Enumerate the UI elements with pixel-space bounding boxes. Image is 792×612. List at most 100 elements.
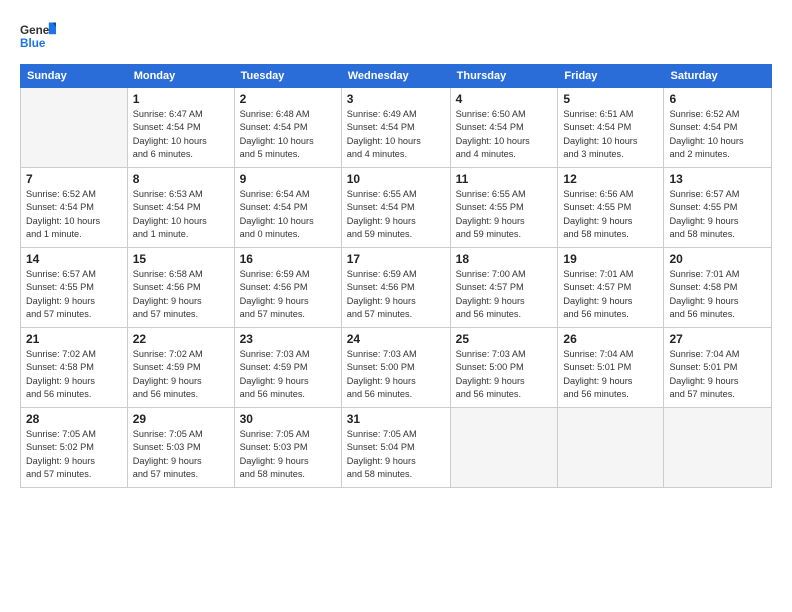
- day-info: Sunrise: 7:03 AM Sunset: 5:00 PM Dayligh…: [347, 348, 445, 401]
- day-cell: 4 Sunrise: 6:50 AM Sunset: 4:54 PM Daylig…: [450, 88, 558, 168]
- day-cell: 26 Sunrise: 7:04 AM Sunset: 5:01 PM Dayli…: [558, 328, 664, 408]
- day-number: 26: [563, 332, 658, 346]
- day-cell: 25 Sunrise: 7:03 AM Sunset: 5:00 PM Dayli…: [450, 328, 558, 408]
- day-number: 28: [26, 412, 122, 426]
- weekday-header-saturday: Saturday: [664, 65, 772, 88]
- page: General Blue SundayMondayTuesdayWednesda…: [0, 0, 792, 612]
- day-info: Sunrise: 7:05 AM Sunset: 5:03 PM Dayligh…: [133, 428, 229, 481]
- day-info: Sunrise: 6:50 AM Sunset: 4:54 PM Dayligh…: [456, 108, 553, 161]
- day-number: 4: [456, 92, 553, 106]
- day-info: Sunrise: 7:03 AM Sunset: 5:00 PM Dayligh…: [456, 348, 553, 401]
- day-info: Sunrise: 7:01 AM Sunset: 4:57 PM Dayligh…: [563, 268, 658, 321]
- day-cell: 1 Sunrise: 6:47 AM Sunset: 4:54 PM Daylig…: [127, 88, 234, 168]
- day-number: 17: [347, 252, 445, 266]
- day-cell: 12 Sunrise: 6:56 AM Sunset: 4:55 PM Dayli…: [558, 168, 664, 248]
- day-cell: 22 Sunrise: 7:02 AM Sunset: 4:59 PM Dayli…: [127, 328, 234, 408]
- day-cell: 9Sunrise: 6:54 AM Sunset: 4:54 PM Daylig…: [234, 168, 341, 248]
- day-info: Sunrise: 6:52 AM Sunset: 4:54 PM Dayligh…: [669, 108, 766, 161]
- day-cell: 31 Sunrise: 7:05 AM Sunset: 5:04 PM Dayli…: [341, 408, 450, 488]
- logo: General Blue: [20, 18, 56, 54]
- weekday-header-monday: Monday: [127, 65, 234, 88]
- day-cell: 8 Sunrise: 6:53 AM Sunset: 4:54 PM Daylig…: [127, 168, 234, 248]
- day-info: Sunrise: 7:05 AM Sunset: 5:02 PM Dayligh…: [26, 428, 122, 481]
- day-cell: 11 Sunrise: 6:55 AM Sunset: 4:55 PM Dayli…: [450, 168, 558, 248]
- day-number: 8: [133, 172, 229, 186]
- day-number: 18: [456, 252, 553, 266]
- day-number: 12: [563, 172, 658, 186]
- day-number: 30: [240, 412, 336, 426]
- day-cell: 6Sunrise: 6:52 AM Sunset: 4:54 PM Daylig…: [664, 88, 772, 168]
- day-number: 15: [133, 252, 229, 266]
- day-number: 24: [347, 332, 445, 346]
- day-info: Sunrise: 6:56 AM Sunset: 4:55 PM Dayligh…: [563, 188, 658, 241]
- day-number: 1: [133, 92, 229, 106]
- day-info: Sunrise: 6:53 AM Sunset: 4:54 PM Dayligh…: [133, 188, 229, 241]
- day-number: 11: [456, 172, 553, 186]
- week-row-2: 7 Sunrise: 6:52 AM Sunset: 4:54 PM Daylig…: [21, 168, 772, 248]
- day-cell: 29 Sunrise: 7:05 AM Sunset: 5:03 PM Dayli…: [127, 408, 234, 488]
- day-number: 7: [26, 172, 122, 186]
- weekday-header-sunday: Sunday: [21, 65, 128, 88]
- day-info: Sunrise: 7:01 AM Sunset: 4:58 PM Dayligh…: [669, 268, 766, 321]
- day-number: 16: [240, 252, 336, 266]
- day-cell: 16 Sunrise: 6:59 AM Sunset: 4:56 PM Dayli…: [234, 248, 341, 328]
- day-number: 20: [669, 252, 766, 266]
- day-number: 22: [133, 332, 229, 346]
- day-info: Sunrise: 7:05 AM Sunset: 5:04 PM Dayligh…: [347, 428, 445, 481]
- day-info: Sunrise: 6:51 AM Sunset: 4:54 PM Dayligh…: [563, 108, 658, 161]
- day-cell: 28 Sunrise: 7:05 AM Sunset: 5:02 PM Dayli…: [21, 408, 128, 488]
- day-info: Sunrise: 6:57 AM Sunset: 4:55 PM Dayligh…: [26, 268, 122, 321]
- day-info: Sunrise: 7:04 AM Sunset: 5:01 PM Dayligh…: [669, 348, 766, 401]
- day-number: 3: [347, 92, 445, 106]
- day-info: Sunrise: 6:47 AM Sunset: 4:54 PM Dayligh…: [133, 108, 229, 161]
- day-info: Sunrise: 6:58 AM Sunset: 4:56 PM Dayligh…: [133, 268, 229, 321]
- day-cell: 19Sunrise: 7:01 AM Sunset: 4:57 PM Dayli…: [558, 248, 664, 328]
- week-row-5: 28 Sunrise: 7:05 AM Sunset: 5:02 PM Dayli…: [21, 408, 772, 488]
- day-cell: 18 Sunrise: 7:00 AM Sunset: 4:57 PM Dayli…: [450, 248, 558, 328]
- week-row-1: 1 Sunrise: 6:47 AM Sunset: 4:54 PM Daylig…: [21, 88, 772, 168]
- day-info: Sunrise: 6:55 AM Sunset: 4:55 PM Dayligh…: [456, 188, 553, 241]
- day-cell: 21Sunrise: 7:02 AM Sunset: 4:58 PM Dayli…: [21, 328, 128, 408]
- day-number: 2: [240, 92, 336, 106]
- day-info: Sunrise: 6:59 AM Sunset: 4:56 PM Dayligh…: [347, 268, 445, 321]
- weekday-header-friday: Friday: [558, 65, 664, 88]
- header: General Blue: [20, 18, 772, 54]
- day-info: Sunrise: 7:03 AM Sunset: 4:59 PM Dayligh…: [240, 348, 336, 401]
- day-cell: 24 Sunrise: 7:03 AM Sunset: 5:00 PM Dayli…: [341, 328, 450, 408]
- day-cell: 17 Sunrise: 6:59 AM Sunset: 4:56 PM Dayli…: [341, 248, 450, 328]
- week-row-3: 14 Sunrise: 6:57 AM Sunset: 4:55 PM Dayli…: [21, 248, 772, 328]
- day-info: Sunrise: 7:02 AM Sunset: 4:59 PM Dayligh…: [133, 348, 229, 401]
- weekday-header-thursday: Thursday: [450, 65, 558, 88]
- day-cell: [21, 88, 128, 168]
- day-number: 29: [133, 412, 229, 426]
- day-cell: 14 Sunrise: 6:57 AM Sunset: 4:55 PM Dayli…: [21, 248, 128, 328]
- day-info: Sunrise: 6:49 AM Sunset: 4:54 PM Dayligh…: [347, 108, 445, 161]
- day-info: Sunrise: 6:52 AM Sunset: 4:54 PM Dayligh…: [26, 188, 122, 241]
- weekday-header-tuesday: Tuesday: [234, 65, 341, 88]
- day-cell: 13Sunrise: 6:57 AM Sunset: 4:55 PM Dayli…: [664, 168, 772, 248]
- day-info: Sunrise: 7:00 AM Sunset: 4:57 PM Dayligh…: [456, 268, 553, 321]
- svg-text:Blue: Blue: [20, 37, 46, 50]
- day-number: 23: [240, 332, 336, 346]
- day-number: 10: [347, 172, 445, 186]
- day-number: 14: [26, 252, 122, 266]
- weekday-header-row: SundayMondayTuesdayWednesdayThursdayFrid…: [21, 65, 772, 88]
- day-number: 31: [347, 412, 445, 426]
- day-cell: 23 Sunrise: 7:03 AM Sunset: 4:59 PM Dayli…: [234, 328, 341, 408]
- day-number: 13: [669, 172, 766, 186]
- day-cell: 5 Sunrise: 6:51 AM Sunset: 4:54 PM Daylig…: [558, 88, 664, 168]
- day-cell: 15 Sunrise: 6:58 AM Sunset: 4:56 PM Dayli…: [127, 248, 234, 328]
- day-number: 5: [563, 92, 658, 106]
- day-cell: [664, 408, 772, 488]
- day-cell: 20 Sunrise: 7:01 AM Sunset: 4:58 PM Dayli…: [664, 248, 772, 328]
- day-number: 25: [456, 332, 553, 346]
- day-cell: 3 Sunrise: 6:49 AM Sunset: 4:54 PM Daylig…: [341, 88, 450, 168]
- day-info: Sunrise: 6:55 AM Sunset: 4:54 PM Dayligh…: [347, 188, 445, 241]
- day-cell: [558, 408, 664, 488]
- logo-icon: General Blue: [20, 18, 56, 54]
- day-cell: 7 Sunrise: 6:52 AM Sunset: 4:54 PM Daylig…: [21, 168, 128, 248]
- day-info: Sunrise: 6:54 AM Sunset: 4:54 PM Dayligh…: [240, 188, 336, 241]
- day-cell: 30Sunrise: 7:05 AM Sunset: 5:03 PM Dayli…: [234, 408, 341, 488]
- day-info: Sunrise: 7:04 AM Sunset: 5:01 PM Dayligh…: [563, 348, 658, 401]
- day-info: Sunrise: 6:59 AM Sunset: 4:56 PM Dayligh…: [240, 268, 336, 321]
